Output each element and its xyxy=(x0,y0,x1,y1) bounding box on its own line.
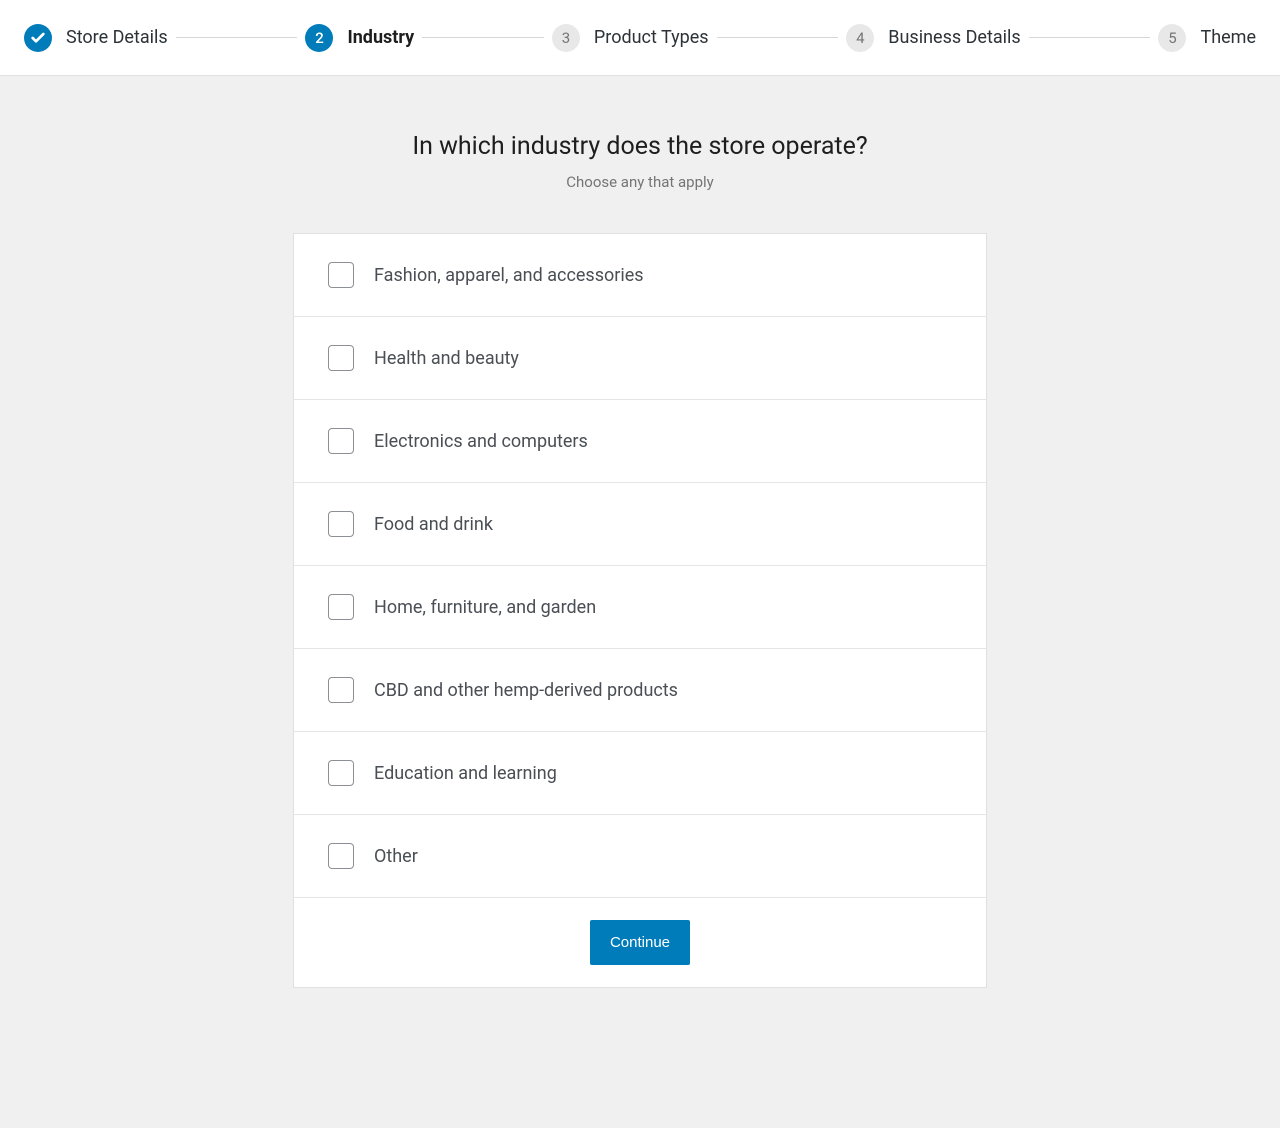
checkbox[interactable] xyxy=(328,345,354,371)
industry-option-cbd[interactable]: CBD and other hemp-derived products xyxy=(294,649,986,732)
checkbox[interactable] xyxy=(328,511,354,537)
content-area: In which industry does the store operate… xyxy=(0,76,1280,988)
industry-option-label: CBD and other hemp-derived products xyxy=(374,680,678,701)
checkbox[interactable] xyxy=(328,428,354,454)
step-label: Store Details xyxy=(66,27,168,48)
continue-button[interactable]: Continue xyxy=(590,920,690,965)
step-store-details[interactable]: Store Details xyxy=(24,24,168,52)
checkbox[interactable] xyxy=(328,843,354,869)
stepper-bar: Store Details 2 Industry 3 Product Types… xyxy=(0,0,1280,76)
step-product-types[interactable]: 3 Product Types xyxy=(552,24,709,52)
step-label: Industry xyxy=(347,27,414,48)
page-subtitle: Choose any that apply xyxy=(0,173,1280,191)
card-footer: Continue xyxy=(294,897,986,987)
checkbox[interactable] xyxy=(328,760,354,786)
page-title: In which industry does the store operate… xyxy=(0,132,1280,161)
step-label: Product Types xyxy=(594,27,709,48)
industry-option-home[interactable]: Home, furniture, and garden xyxy=(294,566,986,649)
step-number-badge: 3 xyxy=(552,24,580,52)
step-label: Theme xyxy=(1200,27,1256,48)
checkbox[interactable] xyxy=(328,262,354,288)
step-theme[interactable]: 5 Theme xyxy=(1158,24,1256,52)
step-divider xyxy=(176,37,298,38)
industry-card: Fashion, apparel, and accessories Health… xyxy=(293,233,987,988)
industry-option-label: Health and beauty xyxy=(374,348,519,369)
step-business-details[interactable]: 4 Business Details xyxy=(846,24,1020,52)
industry-option-label: Other xyxy=(374,846,418,867)
industry-option-label: Home, furniture, and garden xyxy=(374,597,596,618)
industry-option-health[interactable]: Health and beauty xyxy=(294,317,986,400)
industry-option-education[interactable]: Education and learning xyxy=(294,732,986,815)
industry-option-food[interactable]: Food and drink xyxy=(294,483,986,566)
industry-option-label: Electronics and computers xyxy=(374,431,588,452)
industry-option-fashion[interactable]: Fashion, apparel, and accessories xyxy=(294,234,986,317)
step-industry[interactable]: 2 Industry xyxy=(305,24,414,52)
industry-option-label: Fashion, apparel, and accessories xyxy=(374,265,644,286)
step-divider xyxy=(717,37,839,38)
step-label: Business Details xyxy=(888,27,1020,48)
step-number-badge: 5 xyxy=(1158,24,1186,52)
checkbox[interactable] xyxy=(328,677,354,703)
check-icon xyxy=(24,24,52,52)
checkbox[interactable] xyxy=(328,594,354,620)
step-number-badge: 2 xyxy=(305,24,333,52)
step-divider xyxy=(422,37,544,38)
industry-option-label: Food and drink xyxy=(374,514,493,535)
industry-option-label: Education and learning xyxy=(374,763,557,784)
step-number-badge: 4 xyxy=(846,24,874,52)
industry-option-electronics[interactable]: Electronics and computers xyxy=(294,400,986,483)
step-divider xyxy=(1029,37,1151,38)
industry-option-other[interactable]: Other xyxy=(294,815,986,897)
